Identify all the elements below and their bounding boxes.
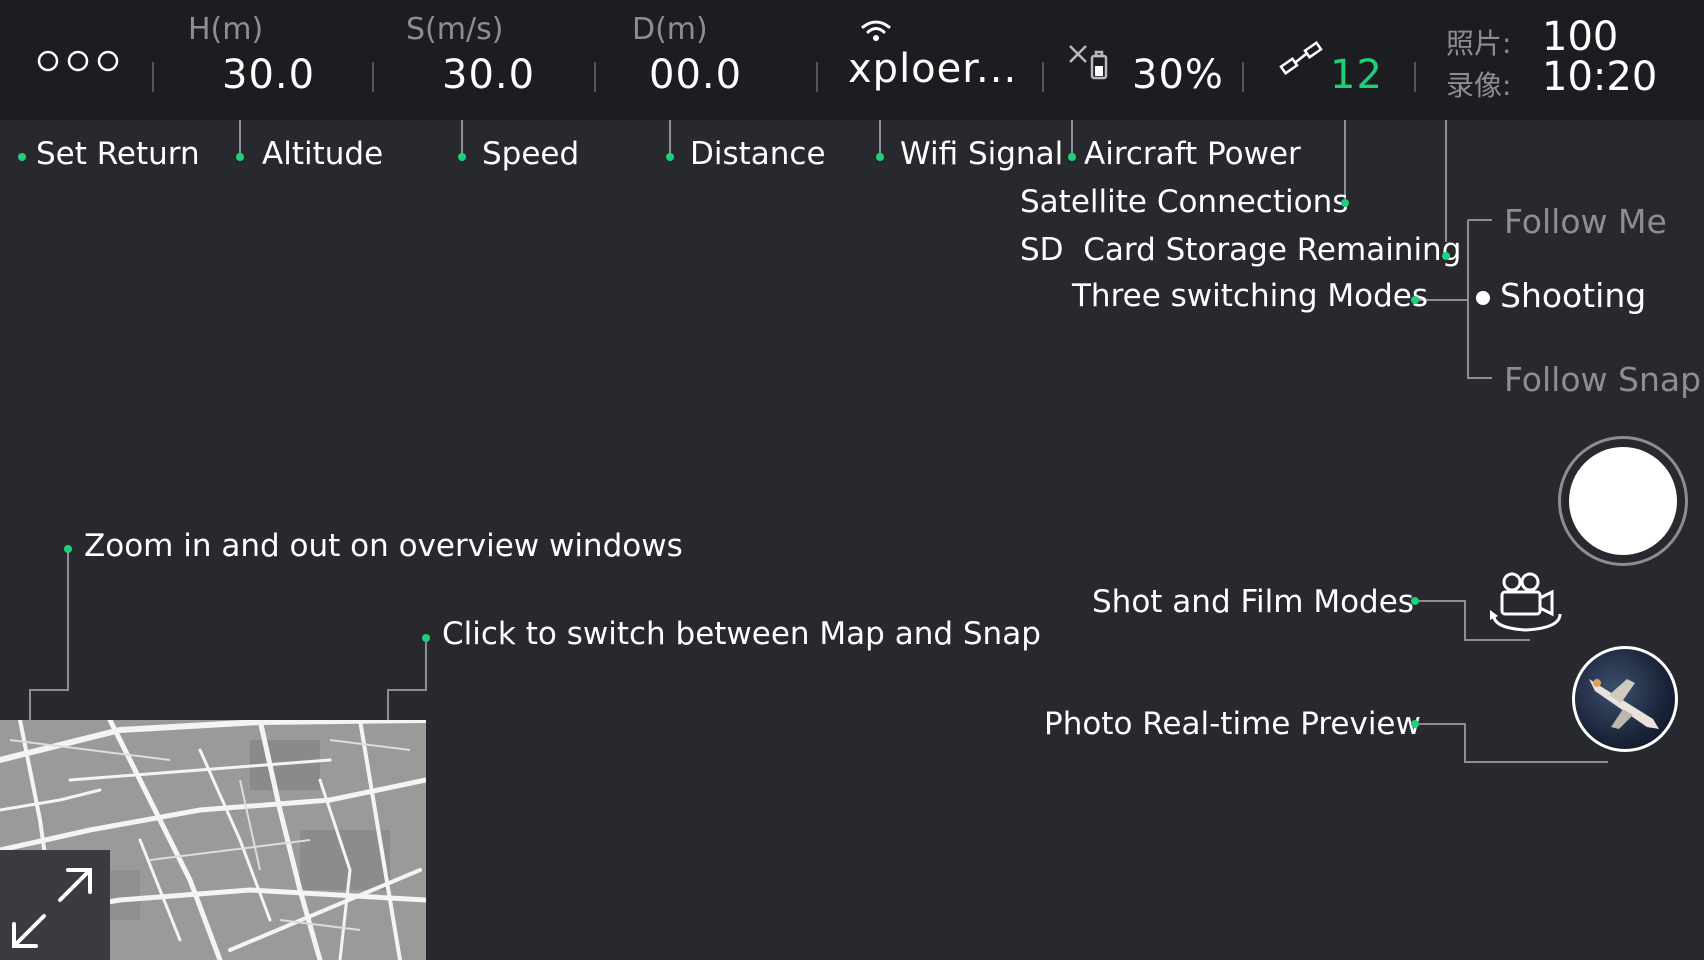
annotation-dot <box>236 153 244 161</box>
speed-caption: S(m/s) <box>406 12 504 47</box>
annotation-dot <box>422 634 430 642</box>
annotation-dot <box>1442 252 1450 260</box>
label-altitude: Altitude <box>262 136 384 172</box>
video-label: 录像: <box>1446 69 1512 102</box>
wifi-icon <box>861 20 891 41</box>
mode-shooting[interactable]: Shooting <box>1500 276 1646 315</box>
selected-mode-indicator <box>1476 291 1490 305</box>
mode-follow-snap[interactable]: Follow Snap <box>1504 360 1701 399</box>
distance-value: 00.0 <box>649 52 743 98</box>
three-circles-icon <box>37 50 119 72</box>
map-zoom-control[interactable] <box>0 850 110 960</box>
label-wifi-signal: Wifi Signal <box>900 136 1064 172</box>
annotation-dot <box>876 153 884 161</box>
mode-follow-me[interactable]: Follow Me <box>1504 202 1667 241</box>
divider <box>816 62 818 92</box>
label-satellite-connections: Satellite Connections <box>1020 184 1349 220</box>
wifi-ssid[interactable]: xploer... <box>848 46 1017 92</box>
satellite-count: 12 <box>1330 52 1383 98</box>
shutter-button-icon <box>1569 447 1677 555</box>
annotation-dot <box>458 153 466 161</box>
expand-arrows-icon <box>12 868 92 948</box>
aircraft-power-value: 30% <box>1132 52 1224 98</box>
annotation-dot <box>1341 199 1349 207</box>
photo-preview-thumbnail[interactable] <box>1572 646 1678 752</box>
altitude-caption: H(m) <box>188 12 264 47</box>
drone-battery-icon <box>1069 45 1108 80</box>
photo-label: 照片: <box>1446 27 1512 60</box>
shutter-button[interactable] <box>1558 436 1688 566</box>
video-camera-rotate-icon[interactable] <box>1488 570 1568 636</box>
status-bar: H(m) 30.0 S(m/s) 30.0 D(m) 00.0 xploer..… <box>0 0 1704 120</box>
aircraft-thumbnail-icon <box>1589 679 1659 729</box>
label-sd-card-storage: SD Card Storage Remaining <box>1020 232 1462 268</box>
annotation-dot <box>1411 597 1419 605</box>
annotation-dot <box>666 153 674 161</box>
divider <box>372 62 374 92</box>
annotation-dot <box>1068 153 1076 161</box>
label-switching-modes: Three switching Modes <box>1072 278 1429 314</box>
label-shot-film-modes: Shot and Film Modes <box>1092 584 1414 620</box>
speed-value: 30.0 <box>442 52 536 98</box>
set-return-button[interactable] <box>36 48 122 74</box>
label-set-return: Set Return <box>36 136 200 172</box>
annotation-dot <box>64 545 72 553</box>
label-zoom-overview: Zoom in and out on overview windows <box>84 528 683 564</box>
label-speed: Speed <box>482 136 580 172</box>
label-photo-preview: Photo Real-time Preview <box>1044 706 1421 742</box>
divider <box>594 62 596 92</box>
label-aircraft-power: Aircraft Power <box>1084 136 1301 172</box>
label-distance: Distance <box>690 136 826 172</box>
divider <box>1242 62 1244 92</box>
divider <box>1042 62 1044 92</box>
label-switch-map-snap: Click to switch between Map and Snap <box>442 616 1041 652</box>
altitude-value: 30.0 <box>222 52 316 98</box>
satellite-icon <box>1279 40 1323 76</box>
annotation-dot <box>1411 720 1419 728</box>
distance-caption: D(m) <box>632 12 708 47</box>
annotation-dot <box>1411 296 1419 304</box>
divider <box>1414 62 1416 92</box>
divider <box>152 62 154 92</box>
video-time: 10:20 <box>1542 54 1658 100</box>
overview-map[interactable] <box>0 720 426 960</box>
annotation-dot <box>18 153 26 161</box>
